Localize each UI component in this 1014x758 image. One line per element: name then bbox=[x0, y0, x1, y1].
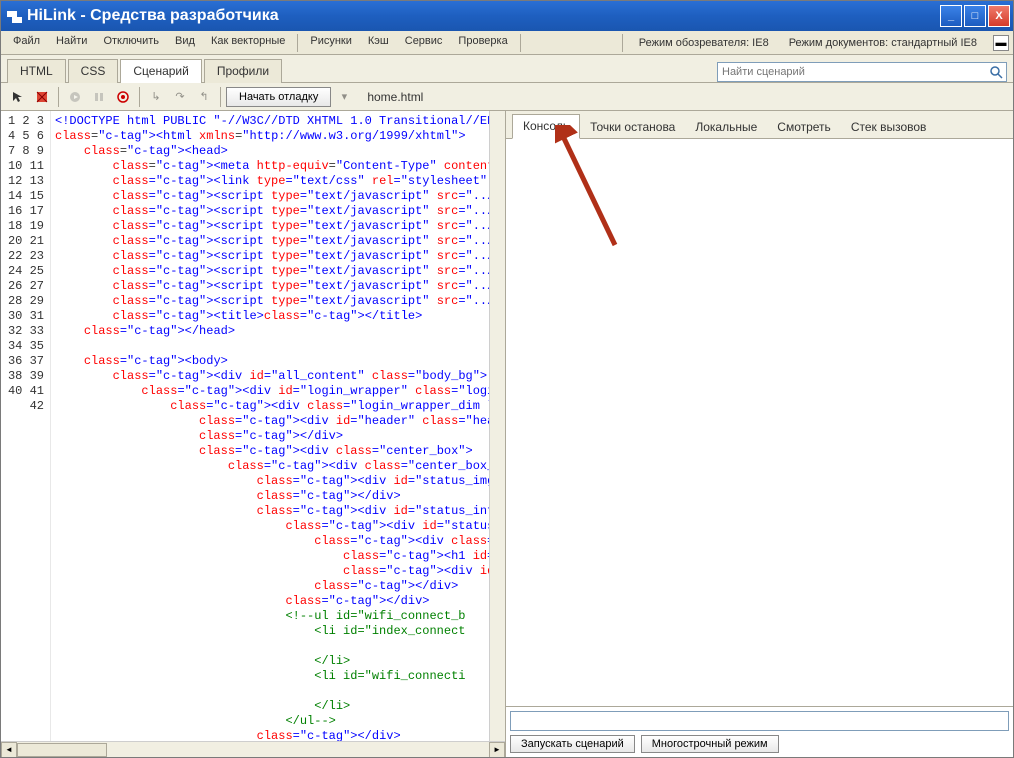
breakpoint-icon[interactable] bbox=[112, 86, 134, 108]
line-gutter: 1 2 3 4 5 6 7 8 9 10 11 12 13 14 15 16 1… bbox=[1, 111, 51, 741]
menu-файл[interactable]: Файл bbox=[5, 32, 48, 54]
rp-tab-3[interactable]: Смотреть bbox=[767, 116, 841, 139]
console-body[interactable] bbox=[506, 139, 1013, 706]
menu-рисунки[interactable]: Рисунки bbox=[302, 32, 360, 54]
tab-профили[interactable]: Профили bbox=[204, 59, 282, 83]
menu-вид[interactable]: Вид bbox=[167, 32, 203, 54]
scroll-thumb[interactable] bbox=[17, 743, 107, 757]
start-debug-button[interactable]: Начать отладку bbox=[226, 87, 331, 107]
menu-отключить[interactable]: Отключить bbox=[95, 32, 167, 54]
dropdown-icon[interactable]: ▾ bbox=[333, 86, 355, 108]
app-icon bbox=[7, 9, 21, 23]
close-button[interactable]: X bbox=[988, 5, 1010, 27]
console-input[interactable] bbox=[510, 711, 1009, 731]
search-input[interactable] bbox=[718, 66, 986, 78]
minimize-button[interactable]: _ bbox=[940, 5, 962, 27]
titlebar: HiLink - Средства разработчика _ □ X bbox=[1, 1, 1013, 31]
maximize-button[interactable]: □ bbox=[964, 5, 986, 27]
browser-mode[interactable]: Режим обозревателя: IE8 bbox=[631, 34, 777, 52]
scroll-left-icon[interactable]: ◄ bbox=[1, 742, 17, 758]
menu-как векторные[interactable]: Как векторные bbox=[203, 32, 293, 54]
multiline-button[interactable]: Многострочный режим bbox=[641, 735, 779, 753]
stop-icon[interactable] bbox=[31, 86, 53, 108]
run-script-button[interactable]: Запускать сценарий bbox=[510, 735, 635, 753]
pin-icon[interactable]: ▬ bbox=[993, 35, 1009, 51]
doc-mode[interactable]: Режим документов: стандартный IE8 bbox=[781, 34, 985, 52]
code-panel: 1 2 3 4 5 6 7 8 9 10 11 12 13 14 15 16 1… bbox=[1, 111, 506, 757]
code-view[interactable]: <!DOCTYPE html PUBLIC "-//W3C//DTD XHTML… bbox=[51, 111, 489, 741]
scroll-right-icon[interactable]: ► bbox=[489, 742, 505, 758]
search-box bbox=[717, 62, 1007, 82]
title-text: HiLink - Средства разработчика bbox=[27, 7, 279, 25]
tab-сценарий[interactable]: Сценарий bbox=[120, 59, 201, 83]
menu-найти[interactable]: Найти bbox=[48, 32, 95, 54]
rp-tab-2[interactable]: Локальные bbox=[685, 116, 767, 139]
step-out-icon[interactable]: ↰ bbox=[193, 86, 215, 108]
file-name: home.html bbox=[367, 90, 423, 104]
step-into-icon[interactable]: ↳ bbox=[145, 86, 167, 108]
right-panel: КонсольТочки остановаЛокальныеСмотретьСт… bbox=[506, 111, 1013, 757]
tab-css[interactable]: CSS bbox=[68, 59, 119, 83]
rp-tab-0[interactable]: Консоль bbox=[512, 114, 580, 139]
menubar: ФайлНайтиОтключитьВидКак векторные Рисунк… bbox=[1, 31, 1013, 55]
window-title: HiLink - Средства разработчика bbox=[7, 7, 279, 25]
step-over-icon[interactable]: ↷ bbox=[169, 86, 191, 108]
pointer-icon[interactable] bbox=[7, 86, 29, 108]
rp-tab-1[interactable]: Точки останова bbox=[580, 116, 685, 139]
main-tabbar: HTMLCSSСценарийПрофили bbox=[1, 55, 1013, 83]
menu-сервис[interactable]: Сервис bbox=[397, 32, 451, 54]
pause-icon[interactable] bbox=[88, 86, 110, 108]
vertical-scrollbar[interactable] bbox=[489, 111, 505, 741]
rp-tab-4[interactable]: Стек вызовов bbox=[841, 116, 937, 139]
menu-кэш[interactable]: Кэш bbox=[360, 32, 397, 54]
toolbar: ↳ ↷ ↰ Начать отладку ▾ home.html bbox=[1, 83, 1013, 111]
menu-проверка[interactable]: Проверка bbox=[450, 32, 515, 54]
search-icon[interactable] bbox=[986, 62, 1006, 82]
tab-html[interactable]: HTML bbox=[7, 59, 66, 83]
horizontal-scrollbar[interactable]: ◄ ► bbox=[1, 741, 505, 757]
play-icon[interactable] bbox=[64, 86, 86, 108]
